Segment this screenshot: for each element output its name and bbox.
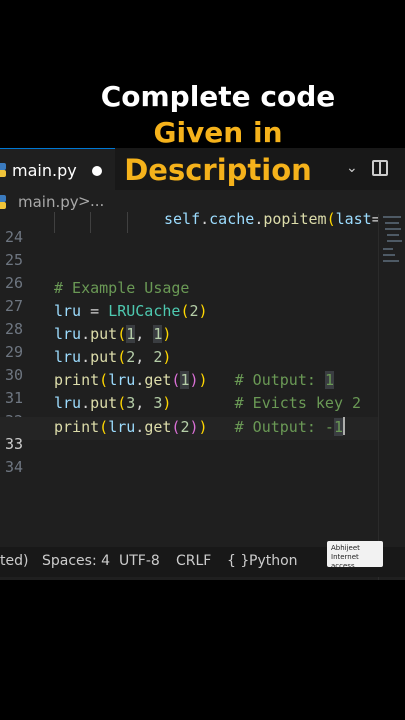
code-line: 29 lru.put(1, 1) (0, 325, 378, 361)
braces-icon: { } (227, 553, 250, 569)
code-text: lru.put(1, 1) (54, 325, 172, 343)
overlay-title-line2: Given in (153, 116, 283, 149)
code-area[interactable]: 24 self.cache.popitem(last= 25 26 27 # E… (0, 212, 378, 580)
status-language[interactable]: Python (249, 553, 298, 569)
code-line: 34 (0, 440, 378, 476)
overlay-title-line1: Complete code (100, 80, 336, 113)
notification-name: Abhijeet (331, 544, 360, 552)
code-text: lru.put(2, 2) (54, 348, 172, 366)
breadcrumb-separator: > (78, 192, 91, 210)
minimap[interactable] (378, 214, 405, 580)
breadcrumb-symbols[interactable]: ... (90, 192, 104, 210)
code-editor: main.py ⌄ main.py > ... 24 self.cache.po… (0, 148, 405, 580)
status-encoding[interactable]: UTF-8 (119, 553, 160, 569)
code-line: 27 # Example Usage (0, 279, 378, 315)
code-text: # Example Usage (54, 279, 190, 297)
code-text: print(lru.get(2)) # Output: -1 (54, 417, 345, 436)
notification-status: Internet access (331, 553, 359, 570)
status-eol[interactable]: CRLF (176, 553, 211, 569)
status-left-item[interactable]: ted) (0, 553, 28, 569)
text-cursor (343, 417, 345, 435)
code-line: 24 self.cache.popitem(last= (0, 212, 378, 246)
code-text: lru.put(3, 3) # Evicts key 2 (54, 394, 362, 412)
code-line: 30 lru.put(2, 2) (0, 348, 378, 384)
code-text: print(lru.get(1)) # Output: 1 (54, 371, 334, 389)
code-text: self.cache.popitem(last= (164, 212, 378, 228)
network-notification: Abhijeet Internet access (327, 541, 383, 570)
code-line: 32 lru.put(3, 3) # Evicts key 2 (0, 394, 378, 430)
code-line: 31 print(lru.get(1)) # Output: 1 (0, 371, 378, 407)
code-line-active: 33 print(lru.get(2)) # Output: -1 (0, 417, 378, 453)
breadcrumb: main.py > ... (0, 190, 405, 214)
python-file-icon (0, 195, 6, 209)
code-line: 25 (0, 233, 378, 269)
code-line: 26 (0, 256, 378, 292)
code-text: lru = LRUCache(2) (54, 302, 208, 320)
line-number: 34 (4, 458, 23, 476)
breadcrumb-file[interactable]: main.py (18, 193, 79, 211)
python-file-icon (0, 163, 6, 177)
code-line: 28 lru = LRUCache(2) (0, 302, 378, 338)
status-indentation[interactable]: Spaces: 4 (42, 553, 110, 569)
overlay-title-line3: Description (124, 153, 312, 187)
